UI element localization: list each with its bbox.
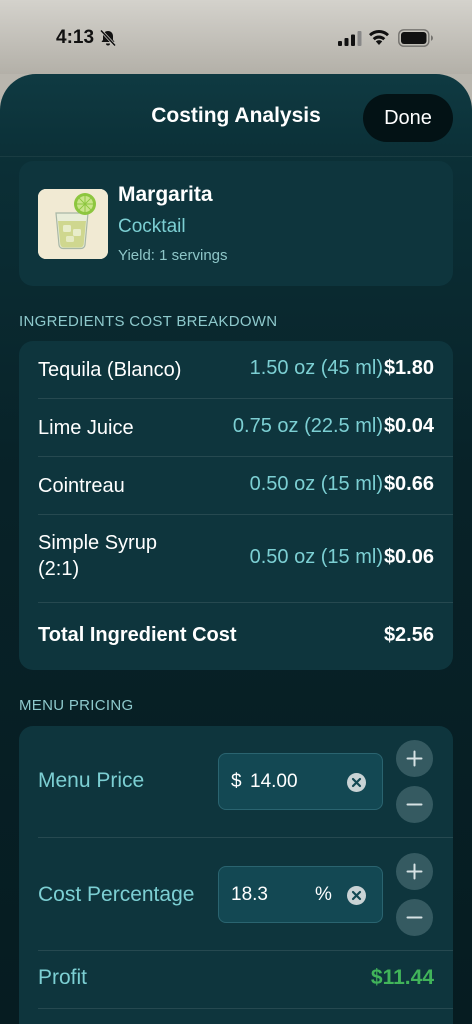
ingredient-row: Simple Syrup (2:1) 0.50 oz (15 ml) $0.06 [19, 515, 453, 603]
minus-icon [406, 916, 423, 919]
menu-price-label: Menu Price [38, 769, 145, 792]
cost-percentage-increment-button[interactable] [396, 853, 433, 890]
profit-value: $11.44 [370, 966, 434, 989]
ingredient-row: Cointreau 0.50 oz (15 ml) $0.66 [19, 457, 453, 515]
clear-icon[interactable] [347, 886, 366, 905]
ingredient-cost: $1.80 [383, 357, 434, 379]
currency-prefix: $ [231, 771, 242, 792]
menu-price-field[interactable]: $ 14.00 [218, 753, 383, 810]
percent-suffix: % [315, 884, 332, 905]
ingredient-name: Cointreau [38, 475, 125, 497]
ingredient-quantity: 1.50 oz (45 ml) [249, 357, 383, 379]
row-divider [38, 950, 453, 951]
recipe-card: Margarita Cocktail Yield: 1 servings [19, 161, 453, 286]
ingredient-cost: $0.04 [383, 415, 434, 437]
recipe-name: Margarita [118, 183, 213, 206]
ingredient-cost: $0.66 [383, 473, 434, 495]
menu-price-value: 14.00 [250, 771, 298, 792]
cost-percentage-value: 18.3 [231, 884, 268, 905]
ingredient-name-line2: (2:1) [38, 558, 80, 580]
plus-icon [406, 863, 423, 880]
total-row: Total Ingredient Cost $2.56 [19, 603, 453, 670]
ingredients-section-title: INGREDIENTS COST BREAKDOWN [19, 313, 278, 330]
ingredient-quantity: 0.50 oz (15 ml) [249, 546, 383, 568]
cost-percentage-decrement-button[interactable] [396, 899, 433, 936]
cellular-signal-icon [338, 31, 362, 46]
done-button[interactable]: Done [363, 94, 453, 142]
menu-price-decrement-button[interactable] [396, 786, 433, 823]
ingredient-name-line1: Simple Syrup [38, 532, 157, 554]
menu-pricing-card: Menu Price $ 14.00 Cost Percentage 18.3 … [19, 726, 453, 1024]
ingredient-name: Simple Syrup (2:1) [38, 530, 157, 582]
margarita-glass-icon [38, 189, 108, 259]
wifi-icon [369, 30, 389, 45]
ingredient-quantity: 0.75 oz (22.5 ml) [232, 415, 383, 437]
ingredient-row: Tequila (Blanco) 1.50 oz (45 ml) $1.80 [19, 341, 453, 399]
total-ingredient-cost-label: Total Ingredient Cost [38, 624, 237, 646]
bell-slash-icon [99, 29, 117, 47]
ingredients-card: Tequila (Blanco) 1.50 oz (45 ml) $1.80 L… [19, 341, 453, 670]
clear-icon[interactable] [347, 773, 366, 792]
ingredient-quantity: 0.50 oz (15 ml) [249, 473, 383, 495]
menu-price-increment-button[interactable] [396, 740, 433, 777]
costing-sheet: Costing Analysis Done Margarita Cocktail… [0, 74, 472, 1024]
status-bar: 4:13 [0, 0, 472, 74]
ingredient-name: Tequila (Blanco) [38, 359, 182, 381]
nav-divider [0, 156, 472, 157]
row-divider [38, 1008, 453, 1009]
total-ingredient-cost-value: $2.56 [383, 624, 434, 646]
cost-percentage-field[interactable]: 18.3 % [218, 866, 383, 923]
minus-icon [406, 803, 423, 806]
row-divider [38, 837, 453, 838]
battery-icon [398, 29, 433, 47]
profit-label: Profit [38, 966, 88, 989]
status-time: 4:13 [56, 27, 95, 48]
plus-icon [406, 750, 423, 767]
cost-percentage-label: Cost Percentage [38, 883, 195, 906]
ingredient-name: Lime Juice [38, 417, 134, 439]
recipe-type: Cocktail [118, 216, 186, 237]
ingredient-row: Lime Juice 0.75 oz (22.5 ml) $0.04 [19, 399, 453, 457]
ingredient-cost: $0.06 [383, 546, 434, 568]
menu-pricing-section-title: MENU PRICING [19, 697, 134, 714]
recipe-yield: Yield: 1 servings [118, 247, 228, 264]
